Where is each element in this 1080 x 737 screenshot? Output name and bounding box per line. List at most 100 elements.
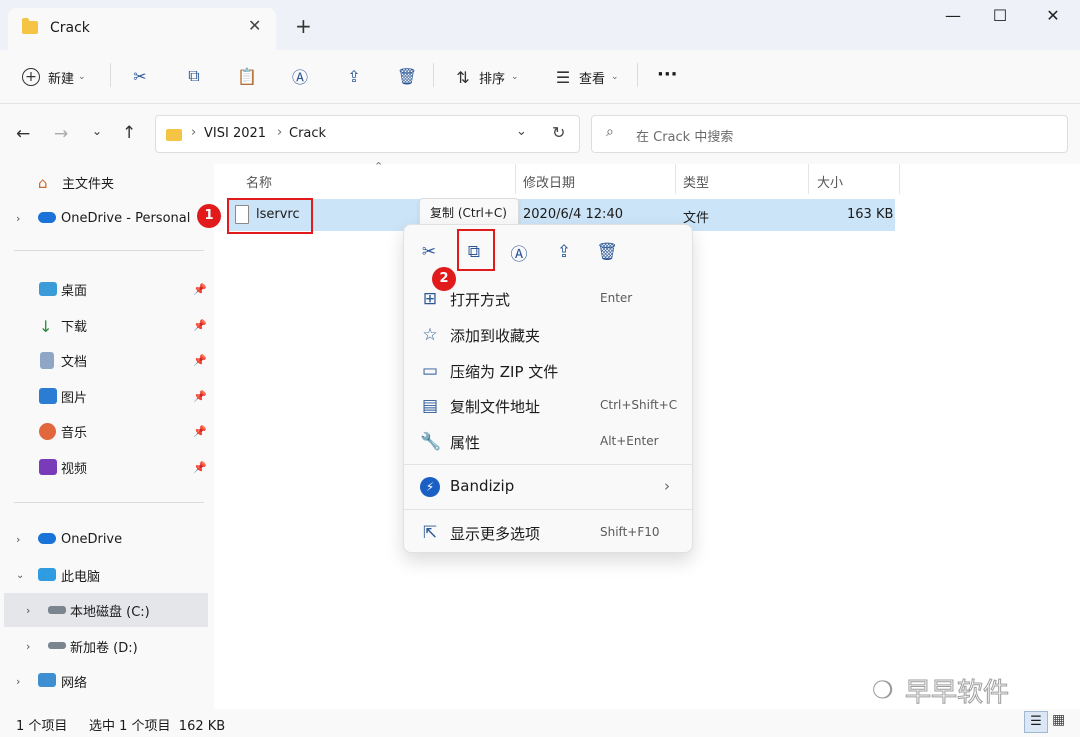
column-header-name[interactable]: 名称 (246, 172, 272, 191)
copy-icon[interactable]: ⧉ (184, 66, 204, 86)
share-icon[interactable]: ⇪ (344, 66, 364, 86)
sidebar-item-music[interactable]: 音乐 📌 (0, 414, 214, 448)
pin-icon[interactable]: 📌 (193, 461, 207, 474)
sidebar-item-label: 此电脑 (61, 569, 101, 585)
forward-icon[interactable]: → (54, 124, 68, 144)
bandizip-icon: ⚡ (420, 477, 440, 497)
cut-icon[interactable]: ✂ (130, 66, 150, 86)
sidebar-item-label: OneDrive (61, 531, 123, 547)
view-icon: ☰ (555, 67, 571, 87)
close-window-button[interactable]: ✕ (1030, 6, 1076, 32)
music-icon (39, 423, 56, 440)
chevron-right-icon[interactable]: › (16, 212, 20, 225)
column-header-type[interactable]: 类型 (683, 172, 709, 191)
selection-info: 选中 1 个项目 162 KB (89, 719, 226, 734)
sort-icon: ⇅ (456, 67, 470, 87)
rename-icon[interactable]: Ⓐ (290, 66, 310, 87)
file-modified: 2020/6/4 12:40 (523, 207, 623, 222)
menu-item-open-with[interactable]: ⊞ 打开方式 Enter (404, 281, 692, 317)
sidebar-item-drive-d[interactable]: › 新加卷 (D:) (0, 629, 214, 663)
highlight-box (457, 229, 495, 271)
column-divider[interactable] (515, 164, 516, 194)
plus-circle-icon: + (22, 68, 40, 86)
menu-item-compress-zip[interactable]: ▭ 压缩为 ZIP 文件 (404, 353, 692, 389)
sidebar-item-desktop[interactable]: 桌面 📌 (0, 272, 214, 306)
menu-item-bandizip[interactable]: ⚡ Bandizip › (404, 469, 692, 505)
minimize-button[interactable]: — (930, 6, 976, 32)
chevron-down-icon: ⌄ (78, 72, 86, 82)
chevron-right-icon[interactable]: › (26, 640, 30, 653)
chevron-down-icon[interactable]: ⌄ (516, 124, 527, 139)
delete-icon[interactable]: 🗑 (397, 66, 417, 86)
paste-icon[interactable]: 📋 (237, 66, 257, 86)
sidebar-item-label: 音乐 (61, 425, 88, 441)
tiles-view-icon[interactable]: ▦ (1052, 712, 1065, 728)
more-options-button[interactable]: ··· (657, 64, 678, 85)
chevron-right-icon[interactable]: › (16, 533, 20, 546)
sidebar-item-label: 文档 (61, 354, 88, 370)
breadcrumb-visi-2021[interactable]: VISI 2021 (204, 126, 266, 141)
share-icon[interactable]: ⇪ (549, 237, 579, 267)
chevron-down-icon: ⌄ (611, 72, 619, 82)
pin-icon[interactable]: 📌 (193, 283, 207, 296)
menu-item-show-more-options[interactable]: ⇱ 显示更多选项 Shift+F10 (404, 515, 692, 551)
cut-icon[interactable]: ✂ (414, 237, 444, 267)
column-divider[interactable] (899, 164, 900, 194)
zip-folder-icon: ▭ (421, 361, 439, 381)
sidebar-item-this-pc[interactable]: ⌄ 此电脑 (0, 558, 214, 592)
menu-item-shortcut: Alt+Enter (600, 434, 659, 448)
delete-icon[interactable]: 🗑 (592, 237, 622, 267)
chevron-down-icon[interactable]: ⌄ (16, 570, 24, 581)
sidebar-item-label: 桌面 (61, 283, 88, 299)
sidebar-item-documents[interactable]: 文档 📌 (0, 343, 214, 377)
pin-icon[interactable]: 📌 (193, 425, 207, 438)
address-bar[interactable]: › VISI 2021 › Crack ⌄ ↻ (155, 115, 580, 153)
star-icon: ☆ (422, 325, 438, 345)
view-button[interactable]: ☰ 查看 ⌄ (553, 64, 619, 90)
recent-locations-icon[interactable]: ⌄ (92, 124, 102, 138)
copy-path-icon: ▤ (421, 396, 439, 416)
menu-item-shortcut: Ctrl+Shift+C (600, 398, 678, 412)
column-header-size[interactable]: 大小 (817, 172, 843, 191)
navigation-pane: ⌂ 主文件夹 › OneDrive - Personal 桌面 📌 ↓ 下载 📌… (0, 164, 214, 709)
sidebar-item-network[interactable]: › 网络 (0, 664, 214, 698)
sidebar-item-label: 视频 (61, 461, 88, 477)
sort-button[interactable]: ⇅ 排序 ⌄ (453, 64, 518, 90)
column-divider[interactable] (675, 164, 676, 194)
breadcrumb-separator: › (191, 125, 197, 140)
refresh-icon[interactable]: ↻ (552, 123, 565, 142)
menu-item-add-to-favorites[interactable]: ☆ 添加到收藏夹 (404, 317, 692, 353)
search-input[interactable]: ⌕ 在 Crack 中搜索 (591, 115, 1068, 153)
tab-close-icon[interactable]: ✕ (248, 16, 261, 35)
pin-icon[interactable]: 📌 (193, 319, 207, 332)
drive-icon (48, 606, 66, 614)
column-divider[interactable] (808, 164, 809, 194)
sidebar-item-pictures[interactable]: 图片 📌 (0, 379, 214, 413)
sidebar-item-onedrive[interactable]: › OneDrive (0, 522, 214, 556)
up-icon[interactable]: ↑ (122, 123, 136, 143)
menu-item-properties[interactable]: 🔧 属性 Alt+Enter (404, 424, 692, 460)
back-icon[interactable]: ← (16, 124, 30, 144)
column-header-modified[interactable]: 修改日期 (523, 172, 575, 191)
new-tab-button[interactable]: + (295, 14, 312, 38)
breadcrumb-crack[interactable]: Crack (289, 126, 326, 141)
highlight-box (227, 198, 313, 234)
rename-icon[interactable]: Ⓐ (504, 237, 534, 267)
maximize-button[interactable]: ☐ (977, 6, 1023, 32)
cloud-icon (38, 533, 56, 544)
tab-crack[interactable]: Crack ✕ (8, 8, 276, 50)
sidebar-item-label: 图片 (61, 390, 88, 406)
details-view-icon[interactable]: ☰ (1024, 711, 1048, 733)
sidebar-item-home[interactable]: ⌂ 主文件夹 (0, 165, 214, 199)
new-button[interactable]: + 新建 ⌄ (22, 64, 86, 90)
chevron-right-icon[interactable]: › (26, 604, 30, 617)
pin-icon[interactable]: 📌 (193, 354, 207, 367)
menu-item-copy-path[interactable]: ▤ 复制文件地址 Ctrl+Shift+C (404, 388, 692, 424)
sidebar-item-videos[interactable]: 视频 📌 (0, 450, 214, 484)
pin-icon[interactable]: 📌 (193, 390, 207, 403)
sidebar-item-drive-c[interactable]: › 本地磁盘 (C:) (4, 593, 208, 627)
sidebar-item-downloads[interactable]: ↓ 下载 📌 (0, 308, 214, 342)
chevron-right-icon[interactable]: › (16, 675, 20, 688)
sidebar-item-onedrive-personal[interactable]: › OneDrive - Personal (0, 201, 214, 235)
desktop-icon (39, 282, 57, 296)
